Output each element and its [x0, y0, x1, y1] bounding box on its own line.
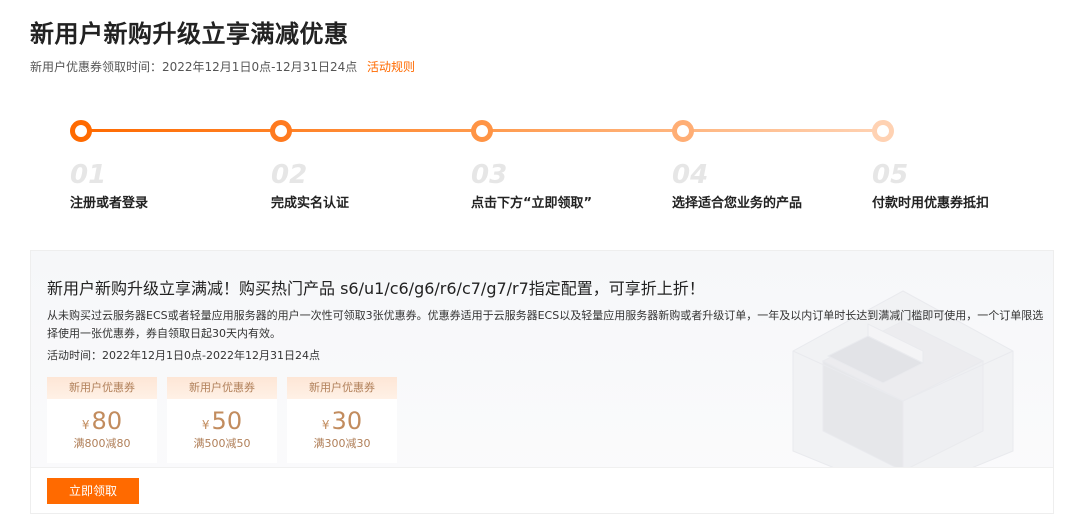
steps-progress: 01 02 03 04 05 注册或者登录 完成实名认证 点击下方“立即领取” … [70, 120, 1020, 220]
step-4-dot [672, 120, 694, 142]
coupon-condition: 满800减80 [73, 437, 131, 450]
coupon-header: 新用户优惠券 [167, 377, 277, 399]
step-2-dot [270, 120, 292, 142]
coupon-80: 新用户优惠券 ¥80 满800减80 [47, 377, 157, 463]
page: 新用户新购升级立享满减优惠 新用户优惠券领取时间：2022年12月1日0点-12… [0, 0, 1074, 524]
coupon-header: 新用户优惠券 [287, 377, 397, 399]
coupon-value: 80 [91, 407, 123, 435]
step-4-number: 04 [672, 160, 709, 190]
step-4-label: 选择适合您业务的产品 [672, 196, 803, 211]
step-5-number: 05 [872, 160, 909, 190]
coupon-amount: ¥30 [287, 407, 397, 435]
promo-time: 活动时间：2022年12月1日0点-2022年12月31日24点 [47, 349, 320, 362]
coupon-amount: ¥50 [167, 407, 277, 435]
coupon-amount: ¥80 [47, 407, 157, 435]
currency-symbol: ¥ [81, 418, 90, 432]
step-1-number: 01 [70, 160, 107, 190]
claim-period-text: 新用户优惠券领取时间：2022年12月1日0点-12月31日24点 活动规则 [30, 58, 415, 75]
promo-title: 新用户新购升级立享满减！购买热门产品 s6/u1/c6/g6/r6/c7/g7/… [47, 279, 705, 298]
currency-symbol: ¥ [201, 418, 210, 432]
coupon-header: 新用户优惠券 [47, 377, 157, 399]
claim-period: 新用户优惠券领取时间：2022年12月1日0点-12月31日24点 [30, 60, 358, 74]
step-1-dot [70, 120, 92, 142]
coupon-30: 新用户优惠券 ¥30 满300减30 [287, 377, 397, 463]
coupon-condition: 满500减50 [193, 437, 251, 450]
promo-description: 从未购买过云服务器ECS或者轻量应用服务器的用户一次性可领取3张优惠券。优惠券适… [47, 309, 1044, 340]
step-3-dot [471, 120, 493, 142]
activity-rules-link[interactable]: 活动规则 [367, 60, 415, 74]
claim-now-button[interactable]: 立即领取 [47, 478, 139, 504]
promo-card: 新用户新购升级立享满减！购买热门产品 s6/u1/c6/g6/r6/c7/g7/… [30, 250, 1054, 514]
step-5-label: 付款时用优惠券抵扣 [872, 196, 990, 211]
step-3-number: 03 [471, 160, 508, 190]
coupon-value: 50 [211, 407, 243, 435]
coupon-condition: 满300减30 [313, 437, 371, 450]
currency-symbol: ¥ [321, 418, 330, 432]
step-1-label: 注册或者登录 [70, 196, 149, 211]
step-2-number: 02 [271, 160, 308, 190]
coupon-50: 新用户优惠券 ¥50 满500减50 [167, 377, 277, 463]
step-3-label: 点击下方“立即领取” [471, 196, 593, 211]
coupon-value: 30 [331, 407, 363, 435]
page-title: 新用户新购升级立享满减优惠 [30, 20, 349, 48]
step-5-dot [872, 120, 894, 142]
step-2-label: 完成实名认证 [271, 196, 350, 211]
promo-actions: 立即领取 [31, 467, 1053, 513]
